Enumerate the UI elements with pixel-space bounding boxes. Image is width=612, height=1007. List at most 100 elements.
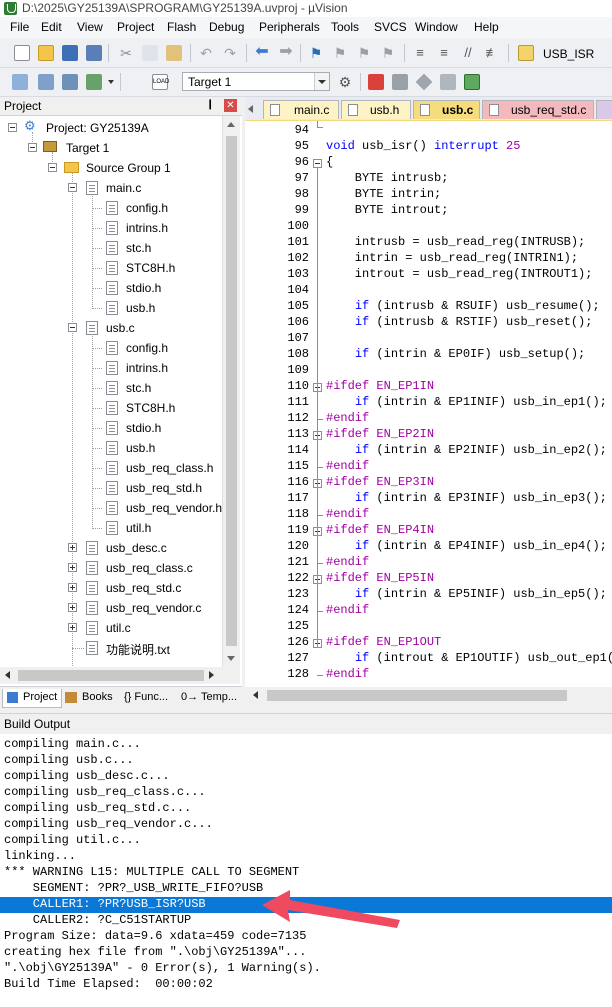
- tree-node-file[interactable]: usb_req_std.c: [0, 578, 220, 598]
- code-line[interactable]: 120 if (intrin & EP4INIF) usb_in_ep4();: [245, 539, 612, 555]
- menu-tools[interactable]: Tools: [331, 20, 359, 34]
- tree-node-header[interactable]: intrins.h: [0, 358, 220, 378]
- collapse-icon[interactable]: [8, 123, 17, 132]
- tree-node-file[interactable]: usb_req_class.c: [0, 558, 220, 578]
- tree-node-target[interactable]: Target 1: [0, 138, 220, 158]
- undo-icon[interactable]: ↶: [198, 45, 214, 61]
- build-output-line[interactable]: linking...: [4, 849, 76, 865]
- code-line[interactable]: 114 if (intrin & EP2INIF) usb_in_ep2();: [245, 443, 612, 459]
- collapse-icon[interactable]: [28, 143, 37, 152]
- navigate-back-icon[interactable]: ⬅: [254, 44, 270, 61]
- menu-file[interactable]: File: [10, 20, 29, 34]
- code-line[interactable]: 116 #ifdef EN_EP3IN: [245, 475, 612, 491]
- code-line[interactable]: 99 BYTE introut;: [245, 203, 612, 219]
- editor-tab-main-c[interactable]: main.c: [263, 100, 339, 119]
- tree-node-header[interactable]: STC8H.h: [0, 258, 220, 278]
- build-output-line[interactable]: ".\obj\GY25139A" - 0 Error(s), 1 Warning…: [4, 961, 321, 977]
- tree-node-header[interactable]: usb_req_class.h: [0, 458, 220, 478]
- tree-node-file[interactable]: usb.c: [0, 318, 220, 338]
- chevron-down-icon[interactable]: [314, 73, 329, 90]
- tree-node-file[interactable]: util.c: [0, 618, 220, 638]
- expand-icon[interactable]: [68, 623, 77, 632]
- build-output-line[interactable]: compiling usb_desc.c...: [4, 769, 170, 785]
- scroll-left-icon[interactable]: [253, 691, 258, 699]
- editor-tab-usb-h[interactable]: usb.h: [341, 100, 411, 119]
- code-line[interactable]: 109: [245, 363, 612, 379]
- target-select[interactable]: Target 1: [182, 72, 330, 91]
- tree-node-header[interactable]: stc.h: [0, 238, 220, 258]
- close-icon[interactable]: ✕: [224, 99, 237, 112]
- collapse-icon[interactable]: [68, 183, 77, 192]
- code-line[interactable]: 117 if (intrin & EP3INIF) usb_in_ep3();: [245, 491, 612, 507]
- build-output-line[interactable]: *** WARNING L15: MULTIPLE CALL TO SEGMEN…: [4, 865, 299, 881]
- open-folder-icon[interactable]: [38, 45, 54, 61]
- tree-node-header[interactable]: usb.h: [0, 298, 220, 318]
- scroll-up-icon[interactable]: [227, 122, 235, 127]
- code-line[interactable]: 94: [245, 123, 612, 139]
- save-icon[interactable]: [62, 45, 78, 61]
- tree-node-project[interactable]: ⚙ Project: GY25139A: [0, 118, 220, 138]
- find-in-files-icon[interactable]: [518, 45, 534, 61]
- menu-flash[interactable]: Flash: [167, 20, 196, 34]
- scroll-down-icon[interactable]: [227, 656, 235, 661]
- copy-icon[interactable]: [142, 45, 158, 61]
- load-download-icon[interactable]: LOAD: [152, 74, 169, 90]
- menu-help[interactable]: Help: [474, 20, 499, 34]
- select-packs-icon[interactable]: [392, 74, 408, 90]
- tree-node-header[interactable]: usb_req_std.h: [0, 478, 220, 498]
- menu-svcs[interactable]: SVCS: [374, 20, 407, 34]
- code-line[interactable]: 124 #endif: [245, 603, 612, 619]
- code-line[interactable]: 100: [245, 219, 612, 235]
- code-line[interactable]: 112 #endif: [245, 411, 612, 427]
- menu-peripherals[interactable]: Peripherals: [259, 20, 320, 34]
- code-line[interactable]: 107: [245, 331, 612, 347]
- expand-icon[interactable]: [68, 543, 77, 552]
- paste-icon[interactable]: [166, 45, 182, 61]
- comment-icon[interactable]: //: [460, 45, 476, 61]
- menu-edit[interactable]: Edit: [41, 20, 62, 34]
- code-line[interactable]: 122 #ifdef EN_EP5IN: [245, 571, 612, 587]
- unindent-icon[interactable]: ≡: [436, 45, 452, 61]
- tree-node-header[interactable]: config.h: [0, 338, 220, 358]
- pin-icon[interactable]: ❙: [206, 99, 214, 110]
- build-output-pane[interactable]: compiling main.c... compiling usb.c... com…: [0, 734, 612, 1007]
- expand-icon[interactable]: [68, 583, 77, 592]
- code-line[interactable]: 118 #endif: [245, 507, 612, 523]
- code-line[interactable]: 97 BYTE intrusb;: [245, 171, 612, 187]
- tab-project[interactable]: Project: [2, 689, 62, 708]
- code-line[interactable]: 96 {: [245, 155, 612, 171]
- tree-node-file[interactable]: 功能说明.txt: [0, 638, 220, 658]
- collapse-icon[interactable]: [68, 323, 77, 332]
- code-line[interactable]: 98 BYTE intrin;: [245, 187, 612, 203]
- build-output-line[interactable]: compiling usb.c...: [4, 753, 134, 769]
- translate-icon[interactable]: [12, 74, 28, 90]
- tree-node-file[interactable]: usb_desc.c: [0, 538, 220, 558]
- tree-node-header[interactable]: usb_req_vendor.h: [0, 498, 222, 518]
- code-line[interactable]: 111 if (intrin & EP1INIF) usb_in_ep1();: [245, 395, 612, 411]
- editor-horizontal-scrollbar[interactable]: [245, 687, 612, 704]
- project-tree-vertical-scrollbar[interactable]: [222, 116, 240, 667]
- build-output-line[interactable]: compiling usb_req_std.c...: [4, 801, 191, 817]
- tab-templates[interactable]: 0→ Temp...: [180, 689, 240, 707]
- code-line[interactable]: 102 intrin = usb_read_reg(INTRIN1);: [245, 251, 612, 267]
- build-output-line[interactable]: CALLER2: ?C_C51STARTUP: [4, 913, 191, 929]
- uncomment-icon[interactable]: ≢: [484, 45, 500, 61]
- menu-debug[interactable]: Debug: [209, 20, 244, 34]
- tree-node-file[interactable]: main.c: [0, 178, 220, 198]
- tree-node-header[interactable]: stdio.h: [0, 418, 220, 438]
- code-line[interactable]: 105 if (intrusb & RSUIF) usb_resume();: [245, 299, 612, 315]
- rebuild-icon[interactable]: [62, 74, 78, 90]
- menu-view[interactable]: View: [77, 20, 103, 34]
- code-line[interactable]: 121 #endif: [245, 555, 612, 571]
- tree-node-header[interactable]: usb.h: [0, 438, 220, 458]
- build-output-line[interactable]: creating hex file from ".\obj\GY25139A".…: [4, 945, 306, 961]
- build-output-line[interactable]: compiling usb_req_class.c...: [4, 785, 206, 801]
- tab-functions[interactable]: {} Func...: [122, 689, 178, 707]
- code-line[interactable]: 119 #ifdef EN_EP4IN: [245, 523, 612, 539]
- tree-node-header[interactable]: intrins.h: [0, 218, 220, 238]
- tab-scroll-left-icon[interactable]: [248, 105, 253, 113]
- code-line[interactable]: 106 if (intrusb & RSTIF) usb_reset();: [245, 315, 612, 331]
- new-file-icon[interactable]: [14, 45, 30, 61]
- target-options-icon[interactable]: ⚙: [337, 74, 353, 90]
- expand-icon[interactable]: [68, 603, 77, 612]
